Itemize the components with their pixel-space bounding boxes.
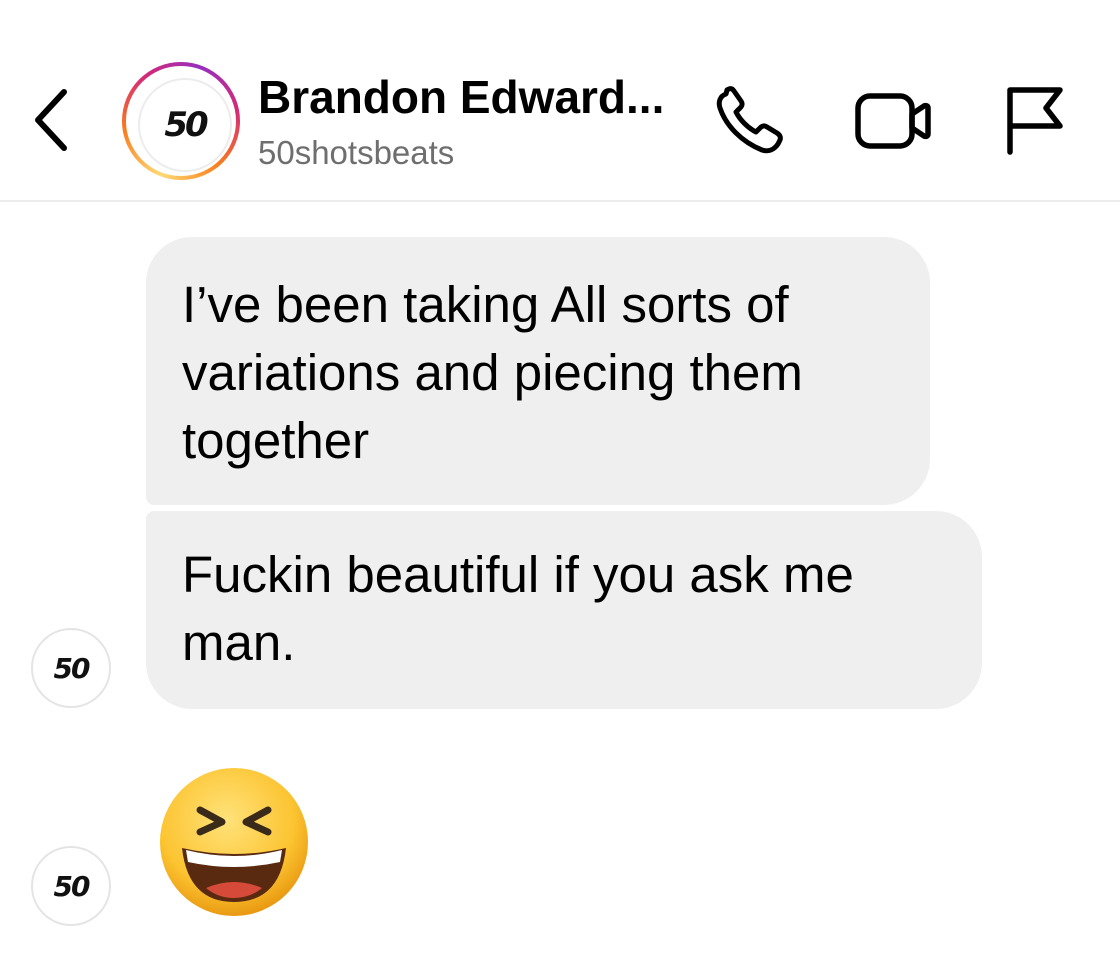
back-button[interactable] bbox=[28, 88, 78, 152]
dm-conversation-screen: 50 Brandon Edward... 50shotsbeats I’ve b… bbox=[0, 0, 1120, 957]
message-text-line: man. bbox=[182, 614, 296, 671]
message-text-line: variations and piecing them bbox=[182, 344, 803, 401]
message-bubble[interactable]: Fuckin beautiful if you ask me man. bbox=[146, 511, 982, 709]
report-button[interactable] bbox=[1000, 84, 1070, 156]
message-text-line: Fuckin beautiful if you ask me bbox=[182, 546, 854, 603]
laughing-squinting-face-emoji bbox=[160, 768, 308, 916]
message-text-line: together bbox=[182, 412, 370, 469]
message-text-line: I’ve been taking All sorts of bbox=[182, 276, 789, 333]
video-call-button[interactable] bbox=[852, 88, 934, 154]
contact-avatar[interactable]: 50 bbox=[122, 62, 240, 180]
avatar-ring-inner: 50 bbox=[126, 66, 236, 176]
video-camera-icon bbox=[855, 93, 931, 149]
phone-icon bbox=[716, 86, 783, 154]
audio-call-button[interactable] bbox=[712, 86, 788, 158]
sender-avatar-logo: 50 bbox=[53, 651, 91, 685]
avatar-logo: 50 bbox=[138, 78, 232, 172]
chat-header: 50 Brandon Edward... 50shotsbeats bbox=[0, 0, 1120, 202]
avatar-logo-text: 50 bbox=[164, 105, 208, 145]
message-bubble[interactable]: I’ve been taking All sorts of variations… bbox=[146, 237, 930, 505]
sender-avatar-logo: 50 bbox=[53, 869, 91, 903]
contact-username: 50shotsbeats bbox=[258, 134, 455, 171]
sender-avatar[interactable]: 50 bbox=[31, 628, 111, 708]
chevron-left-icon bbox=[35, 89, 67, 151]
emoji-message[interactable] bbox=[156, 764, 312, 920]
sender-avatar[interactable]: 50 bbox=[31, 846, 111, 926]
contact-name[interactable]: Brandon Edward... bbox=[258, 70, 664, 124]
flag-icon bbox=[1007, 87, 1063, 155]
